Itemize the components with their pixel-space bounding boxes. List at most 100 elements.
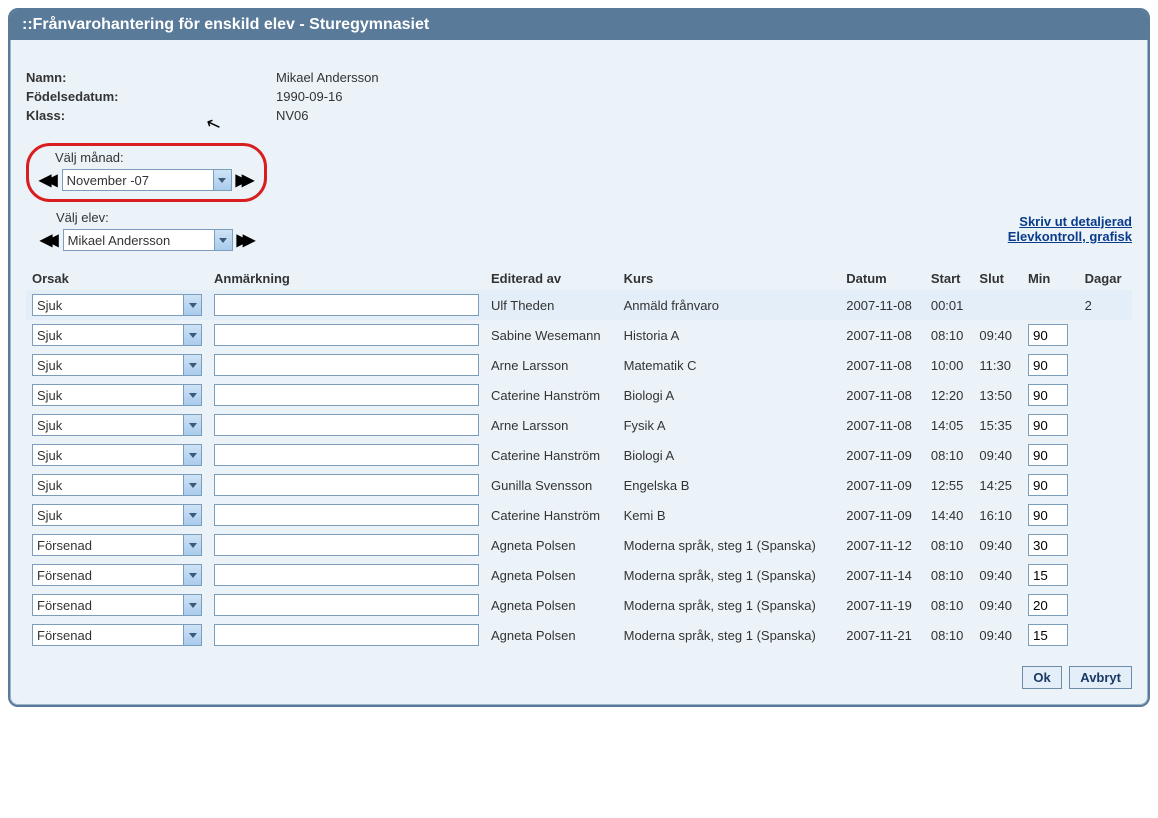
table-row: SjukGunilla SvenssonEngelska B2007-11-09… xyxy=(26,470,1132,500)
chevron-down-icon[interactable] xyxy=(183,505,201,525)
month-dropdown[interactable]: November -07 xyxy=(62,169,232,191)
start-cell: 14:05 xyxy=(925,410,974,440)
edit-cell: Agneta Polsen xyxy=(485,590,618,620)
anm-input[interactable] xyxy=(214,534,479,556)
orsak-dropdown[interactable]: Sjuk xyxy=(32,504,202,526)
anm-input[interactable] xyxy=(214,564,479,586)
slut-cell xyxy=(973,290,1022,320)
student-next-icon[interactable]: ▶▶ xyxy=(237,230,256,250)
edit-cell: Sabine Wesemann xyxy=(485,320,618,350)
chevron-down-icon[interactable] xyxy=(183,475,201,495)
chevron-down-icon[interactable] xyxy=(183,535,201,555)
edit-cell: Agneta Polsen xyxy=(485,560,618,590)
min-input[interactable] xyxy=(1028,504,1068,526)
slut-cell: 09:40 xyxy=(973,530,1022,560)
orsak-dropdown[interactable]: Försenad xyxy=(32,564,202,586)
min-input[interactable] xyxy=(1028,414,1068,436)
orsak-value: Försenad xyxy=(37,628,92,643)
anm-input[interactable] xyxy=(214,354,479,376)
dagar-cell xyxy=(1079,500,1132,530)
anm-input[interactable] xyxy=(214,624,479,646)
min-input[interactable] xyxy=(1028,534,1068,556)
datum-cell: 2007-11-08 xyxy=(840,290,925,320)
kurs-cell: Biologi A xyxy=(618,440,841,470)
orsak-dropdown[interactable]: Försenad xyxy=(32,624,202,646)
anm-input[interactable] xyxy=(214,324,479,346)
student-dropdown[interactable]: Mikael Andersson xyxy=(63,229,233,251)
min-input[interactable] xyxy=(1028,444,1068,466)
min-input[interactable] xyxy=(1028,354,1068,376)
side-links: Skriv ut detaljerad Elevkontroll, grafis… xyxy=(1008,214,1132,244)
col-datum: Datum xyxy=(840,267,925,290)
month-selector-label: Välj månad: xyxy=(55,150,254,165)
min-input[interactable] xyxy=(1028,324,1068,346)
anm-input[interactable] xyxy=(214,444,479,466)
kurs-cell: Historia A xyxy=(618,320,841,350)
class-label: Klass: xyxy=(26,108,276,123)
chevron-down-icon[interactable] xyxy=(183,565,201,585)
chevron-down-icon[interactable] xyxy=(183,355,201,375)
min-input[interactable] xyxy=(1028,384,1068,406)
orsak-dropdown[interactable]: Sjuk xyxy=(32,294,202,316)
orsak-dropdown[interactable]: Sjuk xyxy=(32,444,202,466)
month-prev-icon[interactable]: ◀◀ xyxy=(39,170,58,190)
student-dropdown-value: Mikael Andersson xyxy=(68,233,171,248)
kurs-cell: Moderna språk, steg 1 (Spanska) xyxy=(618,560,841,590)
dagar-cell xyxy=(1079,590,1132,620)
cancel-button[interactable]: Avbryt xyxy=(1069,666,1132,689)
col-dagar: Dagar xyxy=(1079,267,1132,290)
min-input[interactable] xyxy=(1028,474,1068,496)
start-cell: 08:10 xyxy=(925,320,974,350)
table-row: SjukCaterine HanströmBiologi A2007-11-09… xyxy=(26,440,1132,470)
orsak-dropdown[interactable]: Sjuk xyxy=(32,384,202,406)
orsak-value: Sjuk xyxy=(37,388,62,403)
datum-cell: 2007-11-08 xyxy=(840,380,925,410)
ok-button[interactable]: Ok xyxy=(1022,666,1061,689)
anm-input[interactable] xyxy=(214,474,479,496)
orsak-dropdown[interactable]: Försenad xyxy=(32,594,202,616)
chevron-down-icon[interactable] xyxy=(213,170,231,190)
print-link[interactable]: Skriv ut detaljerad xyxy=(1008,214,1132,229)
min-input[interactable] xyxy=(1028,624,1068,646)
chevron-down-icon[interactable] xyxy=(183,625,201,645)
anm-input[interactable] xyxy=(214,384,479,406)
orsak-value: Försenad xyxy=(37,568,92,583)
anm-input[interactable] xyxy=(214,414,479,436)
min-input[interactable] xyxy=(1028,564,1068,586)
chevron-down-icon[interactable] xyxy=(183,295,201,315)
start-cell: 10:00 xyxy=(925,350,974,380)
chevron-down-icon[interactable] xyxy=(214,230,232,250)
graph-link[interactable]: Elevkontroll, grafisk xyxy=(1008,229,1132,244)
chevron-down-icon[interactable] xyxy=(183,415,201,435)
orsak-dropdown[interactable]: Sjuk xyxy=(32,474,202,496)
chevron-down-icon[interactable] xyxy=(183,595,201,615)
kurs-cell: Anmäld frånvaro xyxy=(618,290,841,320)
orsak-dropdown[interactable]: Försenad xyxy=(32,534,202,556)
month-next-icon[interactable]: ▶▶ xyxy=(236,170,255,190)
anm-input[interactable] xyxy=(214,594,479,616)
orsak-dropdown[interactable]: Sjuk xyxy=(32,414,202,436)
orsak-value: Försenad xyxy=(37,598,92,613)
anm-input[interactable] xyxy=(214,504,479,526)
dagar-cell xyxy=(1079,620,1132,650)
chevron-down-icon[interactable] xyxy=(183,385,201,405)
orsak-dropdown[interactable]: Sjuk xyxy=(32,354,202,376)
col-edit: Editerad av xyxy=(485,267,618,290)
table-row: SjukArne LarssonMatematik C2007-11-0810:… xyxy=(26,350,1132,380)
chevron-down-icon[interactable] xyxy=(183,325,201,345)
slut-cell: 09:40 xyxy=(973,590,1022,620)
datum-cell: 2007-11-09 xyxy=(840,470,925,500)
datum-cell: 2007-11-09 xyxy=(840,500,925,530)
min-input[interactable] xyxy=(1028,594,1068,616)
edit-cell: Agneta Polsen xyxy=(485,620,618,650)
anm-input[interactable] xyxy=(214,294,479,316)
start-cell: 00:01 xyxy=(925,290,974,320)
datum-cell: 2007-11-19 xyxy=(840,590,925,620)
slut-cell: 13:50 xyxy=(973,380,1022,410)
student-prev-icon[interactable]: ◀◀ xyxy=(40,230,59,250)
chevron-down-icon[interactable] xyxy=(183,445,201,465)
orsak-value: Sjuk xyxy=(37,358,62,373)
orsak-dropdown[interactable]: Sjuk xyxy=(32,324,202,346)
kurs-cell: Fysik A xyxy=(618,410,841,440)
dagar-cell xyxy=(1079,470,1132,500)
